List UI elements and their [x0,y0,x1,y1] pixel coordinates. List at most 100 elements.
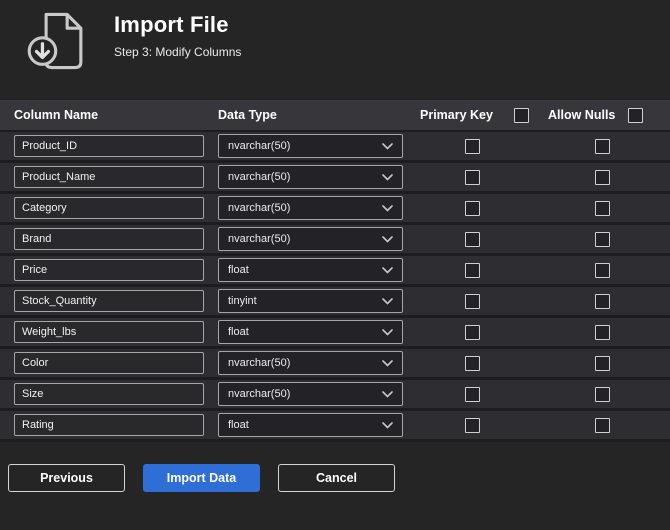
allow-nulls-checkbox[interactable] [595,262,610,278]
column-name-cell [0,228,210,250]
footer-button-bar: Previous Import Data Cancel [0,464,670,492]
column-name-input[interactable] [14,352,204,374]
column-name-cell [0,290,210,312]
table-row: nvarchar(50) [0,132,670,163]
previous-button[interactable]: Previous [8,464,125,492]
primary-key-cell [410,262,535,278]
data-type-dropdown[interactable]: nvarchar(50) [218,351,403,375]
step-subtitle: Step 3: Modify Columns [114,45,242,59]
column-name-input[interactable] [14,321,204,343]
chevron-down-icon [382,390,393,398]
data-type-cell: float [210,258,410,282]
allow-nulls-checkbox[interactable] [595,417,610,433]
chevron-down-icon [382,204,393,212]
allow-nulls-checkbox[interactable] [595,231,610,247]
primary-key-checkbox[interactable] [465,138,480,154]
allow-nulls-cell [535,169,670,185]
chevron-down-icon [382,421,393,429]
data-type-dropdown[interactable]: float [218,258,403,282]
allow-nulls-checkbox[interactable] [595,138,610,154]
data-type-dropdown[interactable]: float [218,320,403,344]
import-data-button[interactable]: Import Data [143,464,260,492]
column-name-input[interactable] [14,383,204,405]
column-name-input[interactable] [14,259,204,281]
primary-key-checkbox[interactable] [465,324,480,340]
data-type-dropdown[interactable]: nvarchar(50) [218,134,403,158]
allow-nulls-checkbox[interactable] [595,386,610,402]
primary-key-cell [410,324,535,340]
primary-key-checkbox[interactable] [465,355,480,371]
allow-nulls-header-label: Allow Nulls [548,108,616,122]
allow-nulls-checkbox[interactable] [595,200,610,216]
column-name-input[interactable] [14,135,204,157]
column-name-cell [0,135,210,157]
allow-nulls-checkbox[interactable] [595,355,610,371]
primary-key-checkbox[interactable] [465,200,480,216]
column-name-cell [0,321,210,343]
column-name-cell [0,197,210,219]
primary-key-checkbox[interactable] [465,417,480,433]
data-type-value: tinyint [228,295,257,307]
data-type-dropdown[interactable]: nvarchar(50) [218,227,403,251]
primary-key-checkbox[interactable] [465,293,480,309]
data-type-cell: nvarchar(50) [210,134,410,158]
allow-nulls-cell [535,386,670,402]
allow-nulls-checkbox[interactable] [595,293,610,309]
primary-key-checkbox[interactable] [465,169,480,185]
table-row: nvarchar(50) [0,380,670,411]
column-name-cell [0,352,210,374]
data-type-dropdown[interactable]: float [218,413,403,437]
column-name-input[interactable] [14,290,204,312]
primary-key-cell [410,138,535,154]
primary-key-cell [410,355,535,371]
allow-nulls-header: Allow Nulls [535,107,670,123]
data-type-value: float [228,419,249,431]
allow-nulls-cell [535,262,670,278]
primary-key-checkbox[interactable] [465,231,480,247]
column-name-cell [0,166,210,188]
allow-nulls-cell [535,355,670,371]
data-type-dropdown[interactable]: nvarchar(50) [218,196,403,220]
column-name-input[interactable] [14,228,204,250]
allow-nulls-cell [535,293,670,309]
column-name-header: Column Name [14,108,99,122]
chevron-down-icon [382,359,393,367]
table-row: nvarchar(50) [0,349,670,380]
chevron-down-icon [382,142,393,150]
allow-nulls-cell [535,417,670,433]
table-row: float [0,318,670,349]
allow-nulls-cell [535,138,670,154]
data-type-dropdown[interactable]: tinyint [218,289,403,313]
data-type-dropdown[interactable]: nvarchar(50) [218,382,403,406]
chevron-down-icon [382,266,393,274]
data-type-cell: float [210,413,410,437]
table-header-row: Column Name Data Type Primary Key Allow … [0,100,670,132]
primary-key-select-all-checkbox[interactable] [513,107,529,123]
data-type-cell: tinyint [210,289,410,313]
primary-key-checkbox[interactable] [465,386,480,402]
column-name-input[interactable] [14,414,204,436]
data-type-cell: nvarchar(50) [210,165,410,189]
allow-nulls-checkbox[interactable] [595,324,610,340]
table-row: nvarchar(50) [0,163,670,194]
cancel-button[interactable]: Cancel [278,464,395,492]
data-type-value: float [228,264,249,276]
primary-key-cell [410,386,535,402]
allow-nulls-cell [535,324,670,340]
primary-key-cell [410,169,535,185]
table-row: float [0,256,670,287]
primary-key-cell [410,293,535,309]
dialog-header: Import File Step 3: Modify Columns [0,0,670,100]
data-type-cell: float [210,320,410,344]
allow-nulls-checkbox[interactable] [595,169,610,185]
table-row: float [0,411,670,442]
column-name-input[interactable] [14,197,204,219]
primary-key-checkbox[interactable] [465,262,480,278]
allow-nulls-select-all-checkbox[interactable] [628,107,644,123]
column-name-cell [0,259,210,281]
data-type-dropdown[interactable]: nvarchar(50) [218,165,403,189]
primary-key-header: Primary Key [410,107,535,123]
chevron-down-icon [382,235,393,243]
primary-key-header-label: Primary Key [420,108,493,122]
column-name-input[interactable] [14,166,204,188]
